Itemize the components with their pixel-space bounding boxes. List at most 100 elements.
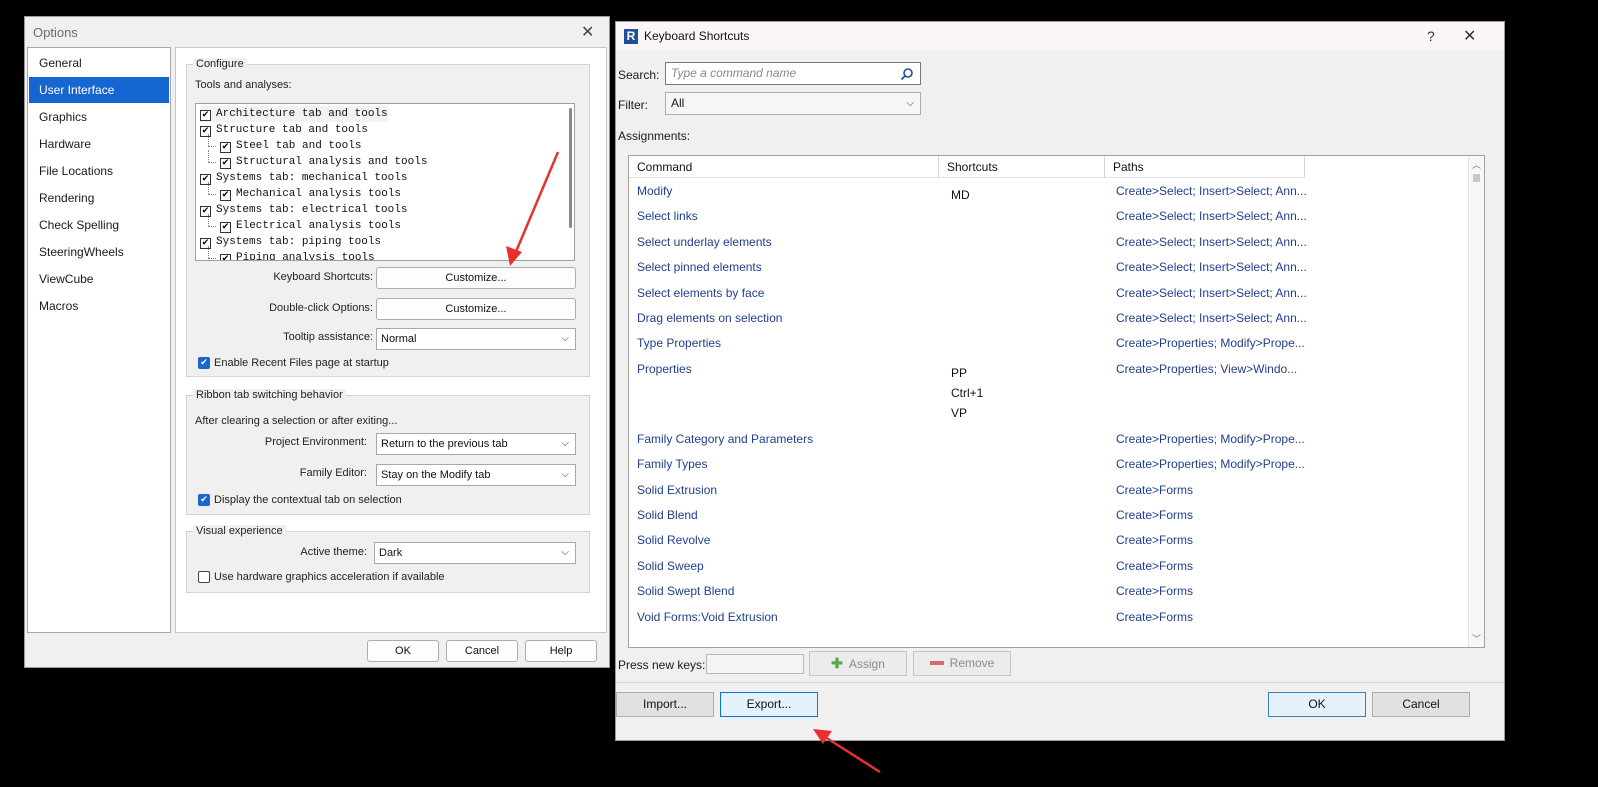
tree-item[interactable]: ✔ Architecture tab and tools	[200, 106, 388, 122]
nav-item-graphics[interactable]: Graphics	[29, 104, 169, 130]
recent-files-checkbox[interactable]: ✔	[198, 357, 210, 369]
command-cell: Modify	[637, 184, 673, 198]
tree-item-checkbox[interactable]: ✔	[200, 174, 211, 185]
assign-button[interactable]: ✚ Assign	[809, 651, 907, 676]
table-row[interactable]: Family Types Create>Properties; Modify>Pr…	[629, 457, 1469, 482]
nav-item-general[interactable]: General	[29, 50, 169, 76]
import-button[interactable]: Import...	[616, 692, 714, 717]
table-row[interactable]: Type Properties Create>Properties; Modify…	[629, 336, 1469, 361]
close-icon[interactable]: ✕	[581, 22, 594, 42]
filter-select[interactable]: All ⌵	[665, 92, 921, 115]
tree-item-checkbox[interactable]: ✔	[200, 110, 211, 121]
tree-item[interactable]: ✔ Systems tab: piping tools	[200, 234, 381, 250]
nav-item-macros[interactable]: Macros	[29, 293, 169, 319]
tree-item-checkbox[interactable]: ✔	[220, 142, 231, 153]
options-dialog: Options ✕ General User Interface Graphics H…	[24, 16, 610, 668]
tree-item-checkbox[interactable]: ✔	[220, 254, 231, 260]
column-header-shortcuts[interactable]: Shortcuts	[939, 156, 1105, 178]
scroll-thumb[interactable]	[1473, 174, 1480, 182]
path-cell: Create>Forms	[1116, 482, 1194, 497]
command-cell: Select links	[637, 209, 698, 224]
command-cell: Select underlay elements	[637, 234, 772, 249]
scroll-up-icon[interactable]: ︿	[1472, 158, 1481, 171]
tree-item-label: Piping analysis tools	[236, 252, 375, 261]
theme-select[interactable]: Dark ⌵	[374, 542, 576, 564]
table-row[interactable]: Solid Swept Blend Create>Forms	[629, 584, 1469, 609]
scroll-down-icon[interactable]: ﹀	[1472, 632, 1481, 645]
tree-item[interactable]: ✔ Structural analysis and tools	[220, 154, 427, 170]
tree-item[interactable]: ✔ Piping analysis tools	[220, 250, 375, 261]
shortcut-cell: MD	[951, 188, 970, 202]
tree-scrollbar[interactable]	[569, 108, 572, 228]
table-row[interactable]: Family Category and Parameters Create>Pro…	[629, 432, 1469, 457]
tooltip-select[interactable]: Normal ⌵	[376, 328, 576, 350]
tree-item[interactable]: ✔ Systems tab: mechanical tools	[200, 170, 407, 186]
search-icon[interactable]	[900, 67, 914, 81]
project-env-select[interactable]: Return to the previous tab ⌵	[376, 433, 576, 455]
keyboard-shortcuts-dialog: R Keyboard Shortcuts ? ✕ Search: Type a …	[615, 21, 1505, 741]
table-row[interactable]: Solid Blend Create>Forms	[629, 508, 1469, 533]
table-row[interactable]: Select links Create>Select; Insert>Select…	[629, 209, 1469, 234]
close-icon[interactable]: ✕	[1463, 26, 1476, 46]
press-new-keys-input[interactable]	[706, 654, 804, 674]
search-placeholder: Type a command name	[671, 66, 797, 80]
tree-item-checkbox[interactable]: ✔	[200, 126, 211, 137]
assignments-grid[interactable]: Command Shortcuts Paths Modify MD Create>S…	[628, 155, 1485, 648]
table-row[interactable]: Solid Extrusion Create>Forms	[629, 483, 1469, 508]
options-help-button[interactable]: Help	[525, 640, 597, 662]
tools-tree[interactable]: ✔ Architecture tab and tools ✔ Structure ta…	[195, 103, 575, 261]
tree-item-checkbox[interactable]: ✔	[200, 238, 211, 249]
command-cell: Solid Revolve	[637, 533, 711, 548]
tree-item[interactable]: ✔ Mechanical analysis tools	[220, 186, 401, 202]
tree-item-checkbox[interactable]: ✔	[220, 222, 231, 233]
nav-item-hardware[interactable]: Hardware	[29, 131, 169, 157]
column-header-command[interactable]: Command	[629, 156, 939, 178]
search-label: Search:	[618, 68, 660, 82]
keyboard-shortcuts-customize-button[interactable]: Customize...	[376, 267, 576, 289]
tree-item-checkbox[interactable]: ✔	[220, 190, 231, 201]
tree-item[interactable]: ✔ Steel tab and tools	[220, 138, 361, 154]
search-input[interactable]: Type a command name	[665, 62, 921, 85]
table-row[interactable]: Modify MD Create>Select; Insert>Select; An…	[629, 184, 1469, 209]
column-header-paths[interactable]: Paths	[1105, 156, 1305, 178]
tree-connector	[208, 246, 209, 258]
tree-item-checkbox[interactable]: ✔	[220, 158, 231, 169]
double-click-customize-button[interactable]: Customize...	[376, 298, 576, 320]
table-row[interactable]: Properties PP Ctrl+1 VP Create>Properties; V…	[629, 362, 1469, 432]
nav-item-rendering[interactable]: Rendering	[29, 185, 169, 211]
path-cell: Create>Select; Insert>Select; Ann...	[1116, 234, 1307, 249]
table-row[interactable]: Drag elements on selection Create>Select;…	[629, 311, 1469, 336]
tree-item[interactable]: ✔ Systems tab: electrical tools	[200, 202, 407, 218]
tree-item-checkbox[interactable]: ✔	[200, 206, 211, 217]
path-cell: Create>Forms	[1116, 533, 1194, 548]
ks-cancel-button[interactable]: Cancel	[1372, 692, 1470, 717]
table-row[interactable]: Select underlay elements Create>Select; I…	[629, 235, 1469, 260]
options-ok-button[interactable]: OK	[367, 640, 439, 662]
grid-scrollbar[interactable]: ︿ ﹀	[1468, 156, 1484, 647]
nav-item-user-interface[interactable]: User Interface	[29, 77, 169, 103]
nav-item-viewcube[interactable]: ViewCube	[29, 266, 169, 292]
table-row[interactable]: Select elements by face Create>Select; In…	[629, 286, 1469, 311]
options-cancel-button[interactable]: Cancel	[446, 640, 518, 662]
tree-item[interactable]: ✔ Electrical analysis tools	[220, 218, 401, 234]
theme-label: Active theme:	[300, 546, 367, 558]
double-click-label: Double-click Options:	[269, 302, 373, 314]
nav-item-steeringwheels[interactable]: SteeringWheels	[29, 239, 169, 265]
contextual-tab-checkbox[interactable]: ✔	[198, 494, 210, 506]
table-row[interactable]: Void Forms:Void Extrusion Create>Forms	[629, 610, 1469, 635]
command-cell: Solid Swept Blend	[637, 584, 735, 599]
export-button[interactable]: Export...	[720, 692, 818, 717]
nav-item-file-locations[interactable]: File Locations	[29, 158, 169, 184]
remove-button[interactable]: Remove	[913, 651, 1011, 676]
ks-ok-button[interactable]: OK	[1268, 692, 1366, 717]
table-row[interactable]: Select pinned elements Create>Select; Ins…	[629, 260, 1469, 285]
project-env-label: Project Environment:	[264, 436, 367, 448]
nav-item-check-spelling[interactable]: Check Spelling	[29, 212, 169, 238]
family-editor-select[interactable]: Stay on the Modify tab ⌵	[376, 464, 576, 486]
help-icon[interactable]: ?	[1427, 28, 1435, 44]
table-row[interactable]: Solid Revolve Create>Forms	[629, 533, 1469, 558]
visual-group: Visual experience Active theme: Dark ⌵ U…	[186, 525, 590, 593]
hw-accel-checkbox[interactable]	[198, 571, 210, 583]
tree-item[interactable]: ✔ Structure tab and tools	[200, 122, 368, 138]
table-row[interactable]: Solid Sweep Create>Forms	[629, 559, 1469, 584]
